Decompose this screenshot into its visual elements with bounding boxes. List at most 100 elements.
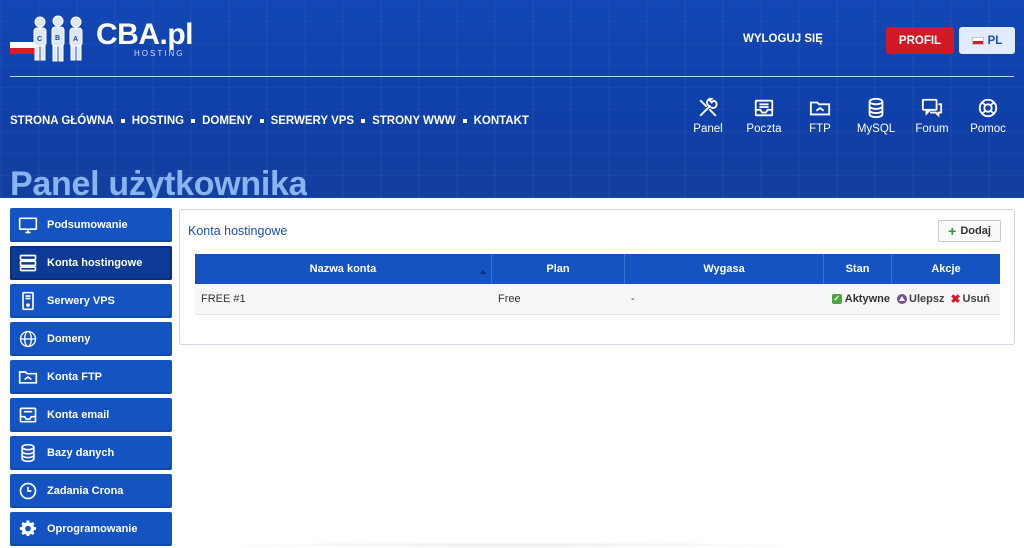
sort-caret-icon — [480, 270, 486, 274]
profile-button[interactable]: PROFIL — [886, 27, 954, 54]
column-header-account-name[interactable]: Nazwa konta — [195, 254, 492, 284]
sidebar-item-label: Domeny — [47, 333, 91, 345]
folder-icon — [18, 371, 38, 384]
sidebar-item-label: Zadania Crona — [47, 485, 124, 497]
nav-separator — [361, 119, 366, 123]
sidebar: Podsumowanie Konta hostingowe Serwery VP… — [10, 208, 172, 548]
footer-shadow — [200, 542, 820, 548]
sidebar-item-label: Konta FTP — [47, 371, 102, 383]
panel-title: Konta hostingowe — [188, 224, 288, 238]
quick-link-mysql[interactable]: MySQL — [846, 97, 906, 135]
quick-link-ftp[interactable]: FTP — [790, 97, 850, 135]
status-badge: ✓ Aktywne — [831, 293, 890, 305]
plus-icon: + — [948, 223, 957, 239]
quick-link-help[interactable]: Pomoc — [958, 97, 1018, 135]
delete-icon: ✖ — [950, 292, 961, 306]
check-icon: ✓ — [831, 294, 842, 304]
nav-item-domains[interactable]: DOMENY — [202, 115, 252, 127]
column-header-status[interactable]: Stan — [824, 254, 892, 284]
cell-actions: Ulepsz ✖ Usuń — [892, 284, 1000, 314]
folder-icon — [809, 101, 831, 116]
nav-item-contact[interactable]: KONTAKT — [474, 115, 529, 127]
chat-icon — [921, 98, 943, 118]
monitor-icon — [18, 217, 38, 234]
nav-separator — [259, 119, 264, 123]
tools-icon — [699, 97, 718, 117]
upgrade-label: Ulepsz — [909, 293, 945, 305]
cell-expires: - — [631, 293, 635, 305]
quick-link-label: MySQL — [856, 123, 896, 135]
logo-figures-icon: C B A — [10, 15, 83, 62]
column-label: Nazwa konta — [309, 263, 377, 275]
quick-link-mail[interactable]: Poczta — [734, 97, 794, 135]
upgrade-icon — [897, 294, 907, 304]
column-label: Akcje — [931, 263, 961, 275]
nav-item-hosting[interactable]: HOSTING — [132, 115, 184, 127]
cell-plan: Free — [498, 293, 521, 305]
quick-link-panel[interactable]: Panel — [678, 97, 738, 135]
accounts-table: Nazwa konta Plan Wygasa Stan Akcje FREE … — [195, 254, 1000, 315]
site-header: C B A CBA.pl HOSTING WYLOGUJ SIĘ PROFIL … — [0, 0, 1024, 198]
sidebar-item-hosting-accounts[interactable]: Konta hostingowe — [10, 246, 172, 280]
cell-account-name: FREE #1 — [201, 293, 246, 305]
quick-link-forum[interactable]: Forum — [902, 97, 962, 135]
sidebar-item-email[interactable]: Konta email — [10, 398, 172, 432]
quick-link-label: Panel — [693, 123, 723, 135]
main-nav: STRONA GŁÓWNA HOSTING DOMENY SERWERY VPS… — [10, 115, 529, 127]
database-icon — [21, 443, 35, 463]
svg-text:A: A — [73, 36, 78, 43]
table-row: FREE #1 Free - ✓ Aktywne Ulepsz ✖ Usuń — [195, 284, 1000, 315]
poland-flag-icon — [971, 36, 984, 45]
add-account-button[interactable]: + Dodaj — [938, 220, 1001, 242]
logo-text: CBA.pl — [96, 18, 194, 51]
header-divider — [10, 76, 1014, 77]
sidebar-item-label: Bazy danych — [47, 447, 115, 459]
column-label: Wygasa — [703, 263, 745, 275]
sidebar-item-label: Konta hostingowe — [47, 257, 143, 269]
table-header: Nazwa konta Plan Wygasa Stan Akcje — [195, 254, 1000, 284]
language-button[interactable]: PL — [959, 27, 1015, 54]
svg-text:C: C — [37, 36, 42, 43]
server-icon — [19, 254, 37, 272]
clock-icon — [19, 482, 37, 500]
sidebar-item-databases[interactable]: Bazy danych — [10, 436, 172, 470]
cell-status: ✓ Aktywne — [824, 284, 892, 314]
language-label: PL — [987, 34, 1003, 47]
nav-separator — [191, 119, 196, 123]
lifebuoy-icon — [978, 98, 998, 118]
database-icon — [868, 97, 884, 119]
nav-item-home[interactable]: STRONA GŁÓWNA — [10, 115, 114, 127]
sidebar-item-label: Podsumowanie — [47, 219, 128, 231]
quick-link-label: Forum — [915, 123, 949, 135]
add-button-label: Dodaj — [960, 225, 991, 237]
gear-icon — [19, 520, 36, 536]
mail-icon — [19, 407, 37, 423]
column-header-expires[interactable]: Wygasa — [625, 254, 824, 284]
column-label: Stan — [845, 263, 870, 275]
nav-item-vps[interactable]: SERWERY VPS — [271, 115, 355, 127]
sidebar-item-summary[interactable]: Podsumowanie — [10, 208, 172, 242]
quick-link-label: FTP — [809, 123, 831, 135]
page-title: Panel użytkownika — [10, 165, 308, 198]
sidebar-item-cron[interactable]: Zadania Crona — [10, 474, 172, 508]
upgrade-link[interactable]: Ulepsz — [897, 293, 944, 305]
logo[interactable]: C B A CBA.pl HOSTING — [10, 14, 210, 62]
logout-link[interactable]: WYLOGUJ SIĘ — [743, 33, 823, 45]
sidebar-item-vps[interactable]: Serwery VPS — [10, 284, 172, 318]
tower-icon — [22, 291, 34, 311]
column-header-plan[interactable]: Plan — [492, 254, 625, 284]
sidebar-item-domains[interactable]: Domeny — [10, 322, 172, 356]
nav-item-websites[interactable]: STRONY WWW — [372, 115, 455, 127]
sidebar-item-label: Serwery VPS — [47, 295, 115, 307]
sidebar-item-software[interactable]: Oprogramowanie — [10, 512, 172, 546]
www-icon — [19, 330, 37, 348]
quick-link-label: Pomoc — [970, 123, 1006, 135]
svg-text:B: B — [55, 35, 60, 42]
sidebar-item-ftp[interactable]: Konta FTP — [10, 360, 172, 394]
delete-link[interactable]: ✖ Usuń — [950, 293, 990, 305]
quick-link-label: Poczta — [746, 123, 782, 135]
status-label: Aktywne — [844, 293, 890, 305]
logo-subtitle: HOSTING — [134, 49, 185, 58]
column-label: Plan — [546, 263, 570, 275]
column-header-actions: Akcje — [892, 254, 1000, 284]
